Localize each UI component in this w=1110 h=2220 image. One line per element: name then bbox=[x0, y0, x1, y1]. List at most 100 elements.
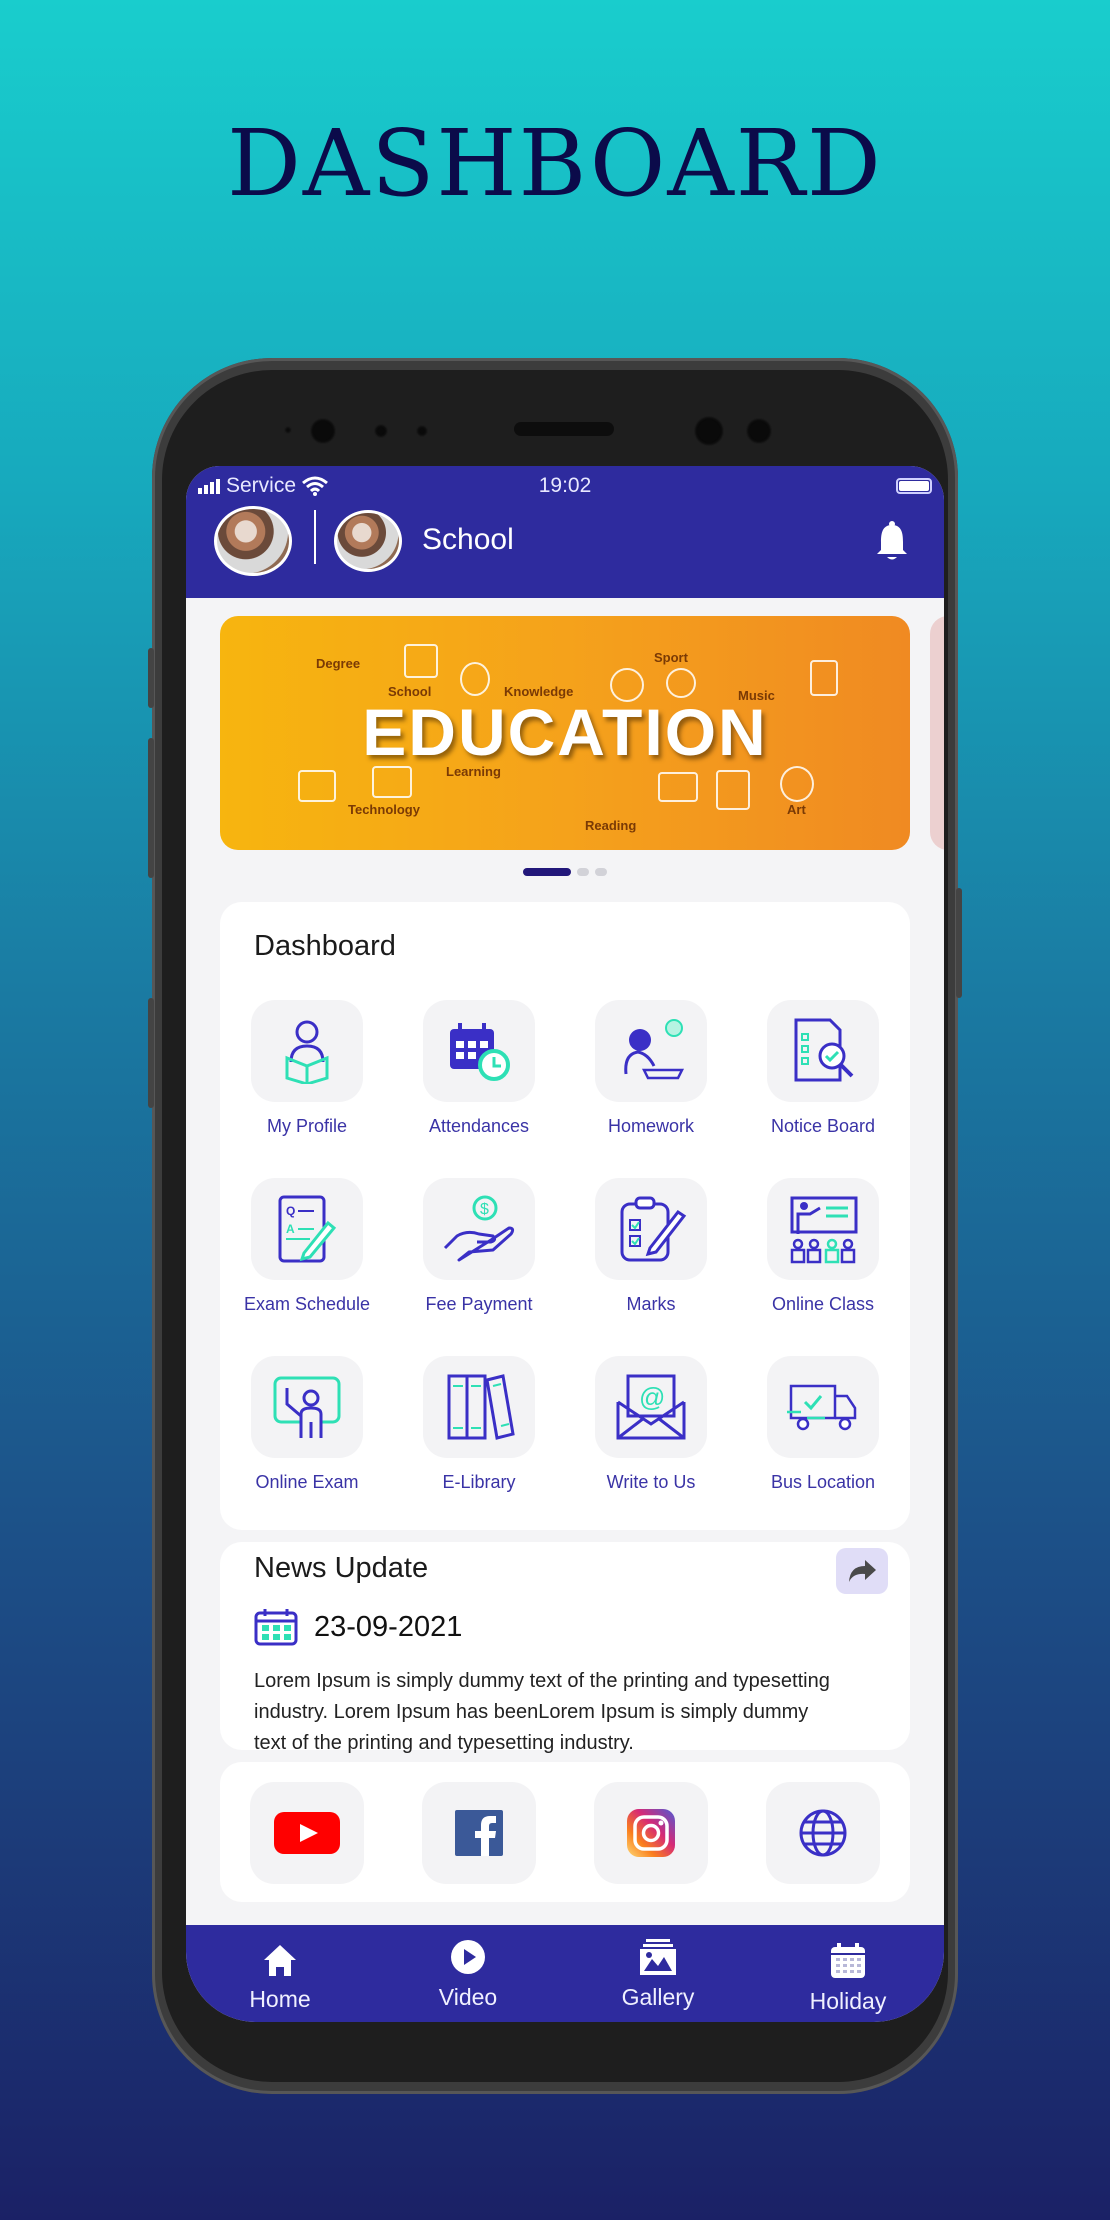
board-icon bbox=[658, 772, 698, 802]
globe-icon bbox=[799, 1809, 847, 1857]
svg-text:$: $ bbox=[480, 1201, 489, 1218]
nav-video[interactable]: Video bbox=[408, 1939, 528, 2011]
tile-marks[interactable]: Marks bbox=[571, 1178, 731, 1315]
carousel-indicator bbox=[186, 868, 944, 876]
teacher-board-icon bbox=[790, 1196, 858, 1264]
exam-paper-icon: Q A bbox=[278, 1195, 337, 1263]
delivery-truck-icon bbox=[787, 1384, 857, 1431]
bottom-navigation: Home Video Gallery Holiday bbox=[186, 1925, 944, 2022]
news-date-row: 23-09-2021 bbox=[254, 1608, 462, 1646]
tile-label: Online Exam bbox=[255, 1472, 359, 1492]
carousel-dot-active[interactable] bbox=[523, 868, 571, 876]
news-title: News Update bbox=[254, 1552, 429, 1584]
instagram-icon bbox=[627, 1809, 675, 1857]
status-time: 19:02 bbox=[538, 474, 592, 497]
app-screen: Service 19:02 School Degree School Knowl… bbox=[186, 466, 944, 2022]
calendar-clock-icon bbox=[450, 1023, 510, 1081]
email-icon: @ bbox=[616, 1374, 686, 1440]
earpiece-speaker bbox=[514, 422, 614, 436]
phone-side-button bbox=[148, 648, 154, 708]
document-search-icon bbox=[794, 1018, 854, 1082]
bus-icon bbox=[716, 770, 750, 810]
camera-icon bbox=[694, 416, 724, 446]
sensor-icon bbox=[416, 425, 428, 437]
phone-frame: Service 19:02 School Degree School Knowl… bbox=[148, 358, 962, 2094]
nav-label: Holiday bbox=[809, 1988, 887, 2014]
next-banner-slide[interactable] bbox=[930, 616, 944, 850]
tile-online-class[interactable]: Online Class bbox=[743, 1178, 903, 1315]
sensor-icon bbox=[284, 426, 292, 434]
laptop-icon bbox=[372, 766, 412, 798]
student-writing-icon bbox=[624, 1019, 685, 1080]
share-button[interactable] bbox=[836, 1548, 888, 1594]
facebook-icon bbox=[455, 1810, 503, 1856]
nav-home[interactable]: Home bbox=[220, 1943, 340, 2013]
notification-bell-icon[interactable] bbox=[874, 520, 910, 562]
nav-holiday[interactable]: Holiday bbox=[788, 1943, 908, 2015]
tile-write-to-us[interactable]: @ Write to Us bbox=[571, 1356, 731, 1493]
phone-side-button bbox=[148, 738, 154, 878]
gallery-icon bbox=[640, 1939, 676, 1975]
tile-label: Bus Location bbox=[770, 1472, 876, 1492]
tile-label: My Profile bbox=[266, 1116, 347, 1136]
school-building-icon bbox=[404, 644, 438, 678]
tile-bus-location[interactable]: Bus Location bbox=[743, 1356, 903, 1493]
battery-icon bbox=[896, 478, 932, 494]
tile-label: Write to Us bbox=[606, 1472, 696, 1492]
tile-label: Homework bbox=[607, 1116, 695, 1136]
hand-dollar-icon: $ bbox=[443, 1195, 515, 1262]
nav-label: Home bbox=[249, 1986, 311, 2012]
banner-word: Degree bbox=[316, 656, 361, 671]
nav-label: Video bbox=[438, 1984, 498, 2010]
page-title: DASHBOARD bbox=[227, 110, 883, 217]
nav-label: Gallery bbox=[621, 1984, 695, 2010]
carousel-dot[interactable] bbox=[577, 868, 589, 876]
banner-word: Art bbox=[787, 802, 806, 817]
app-header: Service 19:02 School bbox=[186, 466, 944, 598]
svg-text:A: A bbox=[286, 1222, 295, 1236]
sensor-icon bbox=[374, 424, 388, 438]
nav-gallery[interactable]: Gallery bbox=[598, 1939, 718, 2011]
facebook-link[interactable] bbox=[422, 1782, 536, 1884]
news-body: Lorem Ipsum is simply dummy text of the … bbox=[254, 1670, 830, 1754]
home-icon bbox=[264, 1945, 296, 1976]
student-reading-icon bbox=[285, 1020, 329, 1084]
youtube-link[interactable] bbox=[250, 1782, 364, 1884]
apple-icon bbox=[460, 662, 490, 696]
dashboard-title: Dashboard bbox=[254, 930, 396, 962]
tile-exam-schedule[interactable]: Q A Exam Schedule bbox=[227, 1178, 387, 1315]
banner-slide[interactable]: Degree School Knowledge Sport Music Lear… bbox=[220, 616, 910, 850]
tile-my-profile[interactable]: My Profile bbox=[227, 1000, 387, 1137]
phone-side-button bbox=[956, 888, 962, 998]
tile-homework[interactable]: Homework bbox=[571, 1000, 731, 1137]
document-icon bbox=[810, 660, 838, 696]
clipboard-check-icon bbox=[620, 1196, 687, 1262]
phone-bezel: Service 19:02 School Degree School Knowl… bbox=[162, 370, 948, 2082]
banner-word: Sport bbox=[654, 650, 688, 665]
calendar-icon bbox=[831, 1943, 865, 1978]
books-icon bbox=[447, 1374, 515, 1440]
tile-notice-board[interactable]: Notice Board bbox=[743, 1000, 903, 1137]
tile-fee-payment[interactable]: $ Fee Payment bbox=[399, 1178, 559, 1315]
dashboard-card: Dashboard My Profile Attendances Homewor… bbox=[220, 902, 910, 1530]
news-date: 23-09-2021 bbox=[314, 1610, 463, 1643]
carousel-dot[interactable] bbox=[595, 868, 607, 876]
tile-label: E-Library bbox=[442, 1472, 516, 1492]
website-link[interactable] bbox=[766, 1782, 880, 1884]
status-bar: Service 19:02 bbox=[198, 474, 932, 498]
certificate-icon bbox=[298, 770, 336, 802]
teacher-screen-icon bbox=[273, 1376, 341, 1438]
calendar-icon bbox=[254, 1609, 298, 1646]
tile-label: Marks bbox=[626, 1294, 676, 1314]
news-card: News Update 23-09-2021 Lorem Ipsum is si… bbox=[220, 1542, 910, 1754]
school-name: School bbox=[422, 523, 514, 556]
instagram-link[interactable] bbox=[594, 1782, 708, 1884]
tile-attendances[interactable]: Attendances bbox=[399, 1000, 559, 1137]
share-icon bbox=[849, 1560, 876, 1582]
school-avatar[interactable] bbox=[334, 510, 402, 572]
social-links-card bbox=[220, 1762, 910, 1902]
tile-label: Online Class bbox=[771, 1294, 875, 1314]
user-avatar[interactable] bbox=[214, 506, 292, 576]
tile-e-library[interactable]: E-Library bbox=[399, 1356, 559, 1493]
tile-online-exam[interactable]: Online Exam bbox=[227, 1356, 387, 1493]
